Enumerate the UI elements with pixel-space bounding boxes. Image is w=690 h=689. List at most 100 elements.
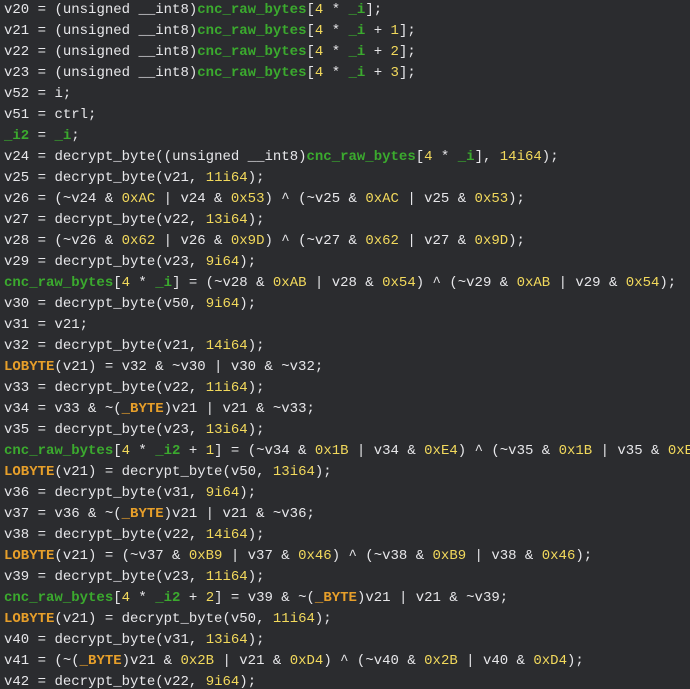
code-token: 0x46 — [298, 548, 332, 564]
code-token: _i — [349, 2, 366, 18]
code-line: v32 = decrypt_byte(v21, 14i64); — [4, 336, 686, 357]
code-token: * — [130, 275, 155, 291]
code-token: [ — [113, 443, 121, 459]
code-token: (v21) = v32 & ~v30 | v30 & ~v32; — [54, 359, 323, 375]
code-token: decrypt_byte — [54, 569, 155, 585]
code-token: ctrl — [54, 107, 88, 123]
code-token: 0x9D — [475, 233, 509, 249]
code-token: _i2 — [155, 443, 180, 459]
code-token: _i — [349, 44, 366, 60]
code-token: = — [29, 86, 54, 102]
code-token: _i2 — [4, 128, 29, 144]
code-token: 2 — [391, 44, 399, 60]
code-token: * — [130, 443, 155, 459]
code-token: (v21) = — [54, 611, 121, 627]
code-token: = — [29, 170, 54, 186]
code-token: = (~v24 & — [29, 191, 121, 207]
code-line: v39 = decrypt_byte(v23, 11i64); — [4, 567, 686, 588]
code-line: LOBYTE(v21) = decrypt_byte(v50, 11i64); — [4, 609, 686, 630]
code-token: 11i64 — [206, 170, 248, 186]
code-token: (unsigned __int8) — [54, 2, 197, 18]
code-token: v21 — [4, 23, 29, 39]
code-token: _BYTE — [80, 653, 122, 669]
code-token: v25 — [4, 170, 29, 186]
code-token: cnc_raw_bytes — [197, 23, 306, 39]
code-token: v51 — [4, 107, 29, 123]
code-token: cnc_raw_bytes — [4, 275, 113, 291]
code-token: = (~v26 & — [29, 233, 121, 249]
code-token: v29 — [4, 254, 29, 270]
code-token: 0xAC — [365, 191, 399, 207]
code-token: 0xB9 — [433, 548, 467, 564]
code-token: decrypt_byte — [54, 527, 155, 543]
code-token: decrypt_byte — [54, 212, 155, 228]
code-token: ); — [508, 233, 525, 249]
code-token: 4 — [122, 275, 130, 291]
code-line: LOBYTE(v21) = decrypt_byte(v50, 13i64); — [4, 462, 686, 483]
code-token: ; — [71, 128, 79, 144]
code-token: 13i64 — [206, 422, 248, 438]
code-line: v42 = decrypt_byte(v22, 9i64); — [4, 672, 686, 689]
code-token: + — [365, 44, 390, 60]
code-token: v37 — [4, 506, 29, 522]
code-token: decrypt_byte — [54, 674, 155, 689]
code-token: [ — [306, 44, 314, 60]
code-line: cnc_raw_bytes[4 * _i2 + 2] = v39 & ~(_BY… — [4, 588, 686, 609]
code-token: ); — [248, 632, 265, 648]
code-token: ; — [63, 86, 71, 102]
code-line: cnc_raw_bytes[4 * _i] = (~v28 & 0xAB | v… — [4, 273, 686, 294]
code-token: LOBYTE — [4, 611, 54, 627]
code-token: ); — [567, 653, 584, 669]
code-token: LOBYTE — [4, 359, 54, 375]
code-token: = — [29, 527, 54, 543]
code-token: _BYTE — [315, 590, 357, 606]
code-token: * — [323, 44, 348, 60]
code-token: decrypt_byte — [54, 170, 155, 186]
code-token: decrypt_byte — [54, 485, 155, 501]
code-token: ]; — [399, 23, 416, 39]
code-token: 11i64 — [206, 380, 248, 396]
code-token: v52 — [4, 86, 29, 102]
code-token: 0x46 — [542, 548, 576, 564]
code-token: decrypt_byte — [54, 296, 155, 312]
code-token: ); — [542, 149, 559, 165]
code-block: v20 = (unsigned __int8)cnc_raw_bytes[4 *… — [0, 0, 690, 689]
code-token: LOBYTE — [4, 464, 54, 480]
code-token: 0xAB — [517, 275, 551, 291]
code-token: (v23, — [155, 422, 205, 438]
code-line: _i2 = _i; — [4, 126, 686, 147]
code-token: ); — [239, 674, 256, 689]
code-line: v37 = v36 & ~(_BYTE)v21 | v21 & ~v36; — [4, 504, 686, 525]
code-token: 0xD4 — [290, 653, 324, 669]
code-token: (v21, — [155, 338, 205, 354]
code-token: (v31, — [155, 485, 205, 501]
code-token: )v21 & — [122, 653, 181, 669]
code-token: v33 — [4, 380, 29, 396]
code-token: = — [29, 632, 54, 648]
code-line: v29 = decrypt_byte(v23, 9i64); — [4, 252, 686, 273]
code-line: v27 = decrypt_byte(v22, 13i64); — [4, 210, 686, 231]
code-token: + — [180, 590, 205, 606]
code-token: | v27 & — [399, 233, 475, 249]
code-token: (v22, — [155, 380, 205, 396]
code-token: ] = (~v34 & — [214, 443, 315, 459]
code-token: | v35 & — [592, 443, 668, 459]
code-token: = — [29, 23, 54, 39]
code-line: v51 = ctrl; — [4, 105, 686, 126]
code-line: v24 = decrypt_byte((unsigned __int8)cnc_… — [4, 147, 686, 168]
code-token: v39 — [4, 569, 29, 585]
code-token: = — [29, 107, 54, 123]
code-token: = — [29, 254, 54, 270]
code-token: ]; — [399, 44, 416, 60]
code-token: = v33 & ~( — [29, 401, 121, 417]
code-token: 1 — [206, 443, 214, 459]
code-token: [ — [416, 149, 424, 165]
code-token: 3 — [391, 65, 399, 81]
code-token: decrypt_byte — [54, 380, 155, 396]
code-token: | v24 & — [155, 191, 231, 207]
code-token: 0xAB — [273, 275, 307, 291]
code-token: )v21 | v21 & ~v33; — [164, 401, 315, 417]
code-token: | v25 & — [399, 191, 475, 207]
code-token: | v29 & — [550, 275, 626, 291]
code-token: | v28 & — [307, 275, 383, 291]
